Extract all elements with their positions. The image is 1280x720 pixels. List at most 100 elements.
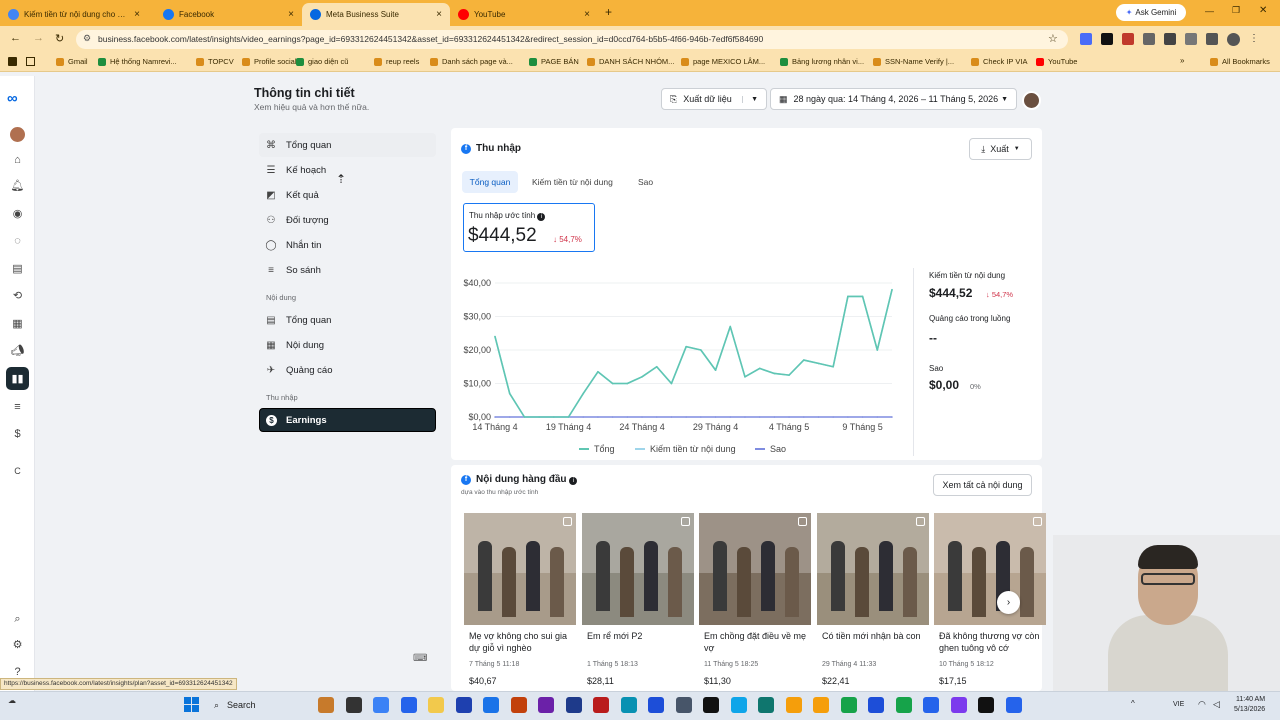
bookmark-item[interactable]: PAGE BÁN [529, 57, 579, 66]
taskbar-app-icon[interactable] [868, 697, 884, 713]
video-caption[interactable]: Đã không thương vợ còn ghen tuông vô cớ [939, 630, 1045, 654]
bookmark-item[interactable]: Hệ thống Namrevi... [98, 57, 177, 66]
menu-item[interactable]: ✈ Quảng cáo [259, 358, 436, 382]
help-icon[interactable]: ? [10, 664, 25, 679]
extensions-area[interactable]: ⋮ [1080, 33, 1260, 47]
taskbar-app-icon[interactable] [455, 697, 472, 713]
browser-tab[interactable]: Kiếm tiền từ nội dung cho các × [0, 3, 148, 26]
insights-icon[interactable]: ▮▮ [6, 367, 29, 390]
browser-tab[interactable]: Meta Business Suite × [302, 3, 450, 26]
browser-tab[interactable]: Facebook × [155, 3, 302, 26]
menu-item[interactable]: ◯ Nhắn tin [259, 233, 436, 257]
taskbar-app-icon[interactable] [1005, 697, 1022, 713]
video-thumbnail[interactable] [817, 513, 929, 625]
taskbar-app-icon[interactable] [840, 697, 857, 713]
puzzle-icon[interactable] [1164, 33, 1176, 45]
meta-logo-icon[interactable]: ∞ [7, 90, 18, 107]
clock-time[interactable]: 11:40 AM [1236, 696, 1265, 703]
tab-overview[interactable]: Tổng quan [462, 171, 518, 193]
calendar-icon[interactable]: ▦ [10, 316, 25, 331]
extension-icon[interactable] [1080, 33, 1092, 45]
taskbar-app-icon[interactable] [565, 697, 582, 713]
ask-gemini-button[interactable]: ✦ Ask Gemini [1116, 4, 1186, 21]
taskbar-app-icon[interactable] [675, 697, 692, 713]
taskbar-app-icon[interactable] [400, 697, 417, 713]
taskbar-app-icon[interactable] [648, 697, 664, 713]
carousel-next-button[interactable]: › [997, 591, 1020, 614]
bookmark-item[interactable]: Bảng lương nhân vi... [780, 57, 864, 66]
notifications-icon[interactable]: 🔔︎ [10, 178, 25, 193]
window-minimize-icon[interactable]: — [1205, 6, 1214, 16]
close-icon[interactable]: × [584, 9, 590, 20]
site-info-icon[interactable]: ⚙ [83, 33, 91, 44]
taskbar-app-icon[interactable] [950, 697, 967, 713]
video-thumbnail[interactable] [464, 513, 576, 625]
taskbar-app-icon[interactable] [703, 697, 719, 713]
bookmark-item[interactable]: Gmail [56, 57, 88, 66]
tray-chevron-icon[interactable]: ^ [1131, 699, 1135, 708]
window-close-icon[interactable]: ✕ [1259, 5, 1267, 16]
search-icon[interactable]: ⌕ [10, 612, 25, 627]
close-icon[interactable]: × [134, 9, 140, 20]
posts-icon[interactable]: ▤ [10, 261, 25, 276]
menu-item[interactable]: ▤ Tổng quan [259, 308, 436, 332]
bookmark-star-icon[interactable]: ☆ [1048, 32, 1058, 45]
taskbar-app-icon[interactable] [373, 697, 389, 713]
close-icon[interactable]: × [436, 9, 442, 20]
video-caption[interactable]: Mẹ vợ không cho sui gia dự giỗ vì nghèo [469, 630, 575, 654]
settings-icon[interactable]: ⚙ [10, 637, 25, 652]
export-button[interactable]: ⤓ Xuất ▼ [969, 138, 1032, 160]
monetization-icon[interactable]: $ [10, 426, 25, 441]
menu-item[interactable]: ▦ Nội dung [259, 333, 436, 357]
taskbar-app-icon[interactable] [593, 697, 609, 713]
menu-item-earnings[interactable]: $ Earnings [259, 408, 436, 432]
video-thumbnail[interactable] [582, 513, 694, 625]
bookmark-item[interactable]: YouTube [1036, 57, 1077, 66]
bookmark-item[interactable]: page MEXICO LÂM... [681, 57, 765, 66]
extension-icon[interactable] [1101, 33, 1113, 45]
video-caption[interactable]: Em chồng đặt điều về mẹ vợ [704, 630, 810, 654]
taskbar-app-icon[interactable] [785, 697, 802, 713]
home-icon[interactable]: ⌂ [10, 152, 25, 167]
profile-avatar[interactable] [1227, 33, 1240, 46]
user-avatar[interactable] [1022, 91, 1041, 110]
ads-icon[interactable]: 📣︎ [10, 343, 25, 358]
window-restore-icon[interactable]: ❐ [1232, 5, 1240, 16]
address-bar[interactable]: business.facebook.com/latest/insights/vi… [76, 30, 1068, 49]
bookmark-item[interactable]: DANH SÁCH NHÓM... [587, 57, 674, 66]
bookmark-item[interactable]: SSN-Name Verify |... [873, 57, 954, 66]
taskbar-app-icon[interactable] [345, 697, 362, 713]
clock-date[interactable]: 5/13/2026 [1234, 706, 1265, 713]
info-icon[interactable]: i [569, 477, 578, 485]
taskbar-app-icon[interactable] [730, 697, 747, 713]
bookmark-item[interactable]: Danh sách page và... [430, 57, 513, 66]
taskbar-app-icon[interactable] [978, 697, 994, 713]
extension-icon[interactable] [1143, 33, 1155, 45]
grid-icon[interactable] [26, 57, 35, 66]
sidepanel-icon[interactable] [1206, 33, 1218, 45]
export-data-button[interactable]: ⎘ Xuất dữ liệu ▼ [661, 88, 767, 110]
extension-icon[interactable] [1185, 33, 1197, 45]
collapse-icon[interactable]: C [10, 463, 25, 478]
menu-item[interactable]: ≡ So sánh [259, 258, 436, 282]
taskbar-app-icon[interactable] [318, 697, 334, 713]
video-thumbnail[interactable] [934, 513, 1046, 625]
keyboard-icon[interactable]: ⌨ [413, 653, 427, 664]
tab-stars[interactable]: Sao [638, 177, 653, 187]
automation-icon[interactable]: ⟲ [10, 288, 25, 303]
taskbar-app-icon[interactable] [813, 697, 829, 713]
info-icon[interactable]: i [537, 213, 546, 221]
taskbar-app-icon[interactable] [620, 697, 637, 713]
bookmarks-overflow-icon[interactable]: » [1180, 56, 1184, 65]
menu-item[interactable]: ◩ Kết quả [259, 183, 436, 207]
taskbar-app-icon[interactable] [923, 697, 939, 713]
all-bookmarks[interactable]: All Bookmarks [1210, 57, 1270, 66]
bookmark-item[interactable]: TOPCV [196, 57, 234, 66]
windows-start-icon[interactable] [184, 697, 199, 712]
taskbar-app-icon[interactable] [758, 697, 774, 713]
date-range-picker[interactable]: ▦ 28 ngày qua: 14 Tháng 4, 2026 – 11 Thá… [770, 88, 1017, 110]
taskbar-app-icon[interactable] [510, 697, 527, 713]
close-icon[interactable]: × [288, 9, 294, 20]
video-thumbnail[interactable] [699, 513, 811, 625]
more-menu-icon[interactable]: ≡ [10, 399, 25, 414]
